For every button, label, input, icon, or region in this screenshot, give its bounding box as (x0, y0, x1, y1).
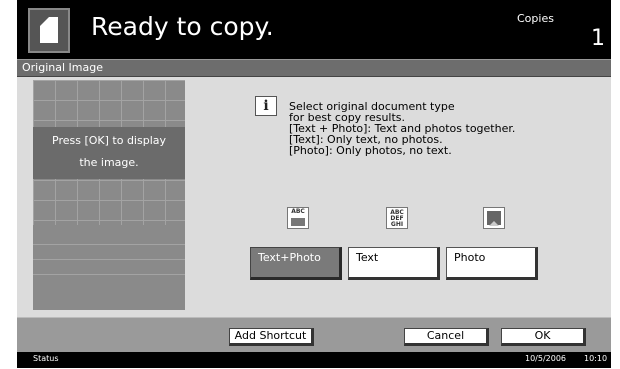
preview-divider (33, 274, 185, 275)
preview-message: Press [OK] to display the image. (33, 127, 185, 179)
image-preview-panel: Press [OK] to display the image. (33, 80, 185, 310)
main-panel: Press [OK] to display the image. i Selec… (17, 77, 611, 317)
preview-divider (33, 244, 185, 245)
copier-screen: Ready to copy. Copies 1 Original Image P… (0, 0, 620, 369)
text-icon-line: GHI (390, 221, 404, 228)
copies-count: 1 (591, 26, 605, 51)
section-header: Original Image (17, 59, 611, 77)
info-message: Select original document type for best c… (289, 101, 515, 156)
status-title: Ready to copy. (91, 12, 274, 41)
photo-icon (483, 207, 505, 229)
photo-button[interactable]: Photo (446, 247, 538, 280)
text-photo-button[interactable]: Text+Photo (250, 247, 342, 280)
preview-divider (33, 259, 185, 260)
section-title: Original Image (22, 61, 103, 74)
document-fold (40, 17, 49, 26)
text-photo-icon: ABC (287, 207, 309, 229)
text-photo-icon-text: ABC (291, 208, 305, 215)
text-icon-text: ABC DEF GHI (387, 210, 407, 228)
add-shortcut-button[interactable]: Add Shortcut (229, 328, 314, 346)
status-bar: Status 10/5/2006 10:10 (17, 352, 611, 368)
text-icon: ABC DEF GHI (386, 207, 408, 229)
ok-button[interactable]: OK (501, 328, 586, 346)
info-icon: i (255, 96, 277, 116)
status-time: 10:10 (584, 354, 608, 363)
info-line: [Photo]: Only photos, no text. (289, 144, 452, 157)
header: Ready to copy. Copies 1 (17, 0, 611, 59)
action-bar: Add Shortcut Cancel OK (17, 317, 611, 352)
copies-label: Copies (517, 12, 554, 25)
text-button[interactable]: Text (348, 247, 440, 280)
text-photo-icon-image (291, 218, 305, 226)
status-date: 10/5/2006 (525, 354, 567, 363)
document-icon (28, 8, 70, 53)
cancel-button[interactable]: Cancel (404, 328, 489, 346)
preview-message-line2: the image. (79, 156, 139, 169)
photo-icon-mountain (489, 221, 499, 226)
status-button[interactable]: Status (33, 354, 59, 363)
preview-message-line1: Press [OK] to display (52, 134, 166, 147)
